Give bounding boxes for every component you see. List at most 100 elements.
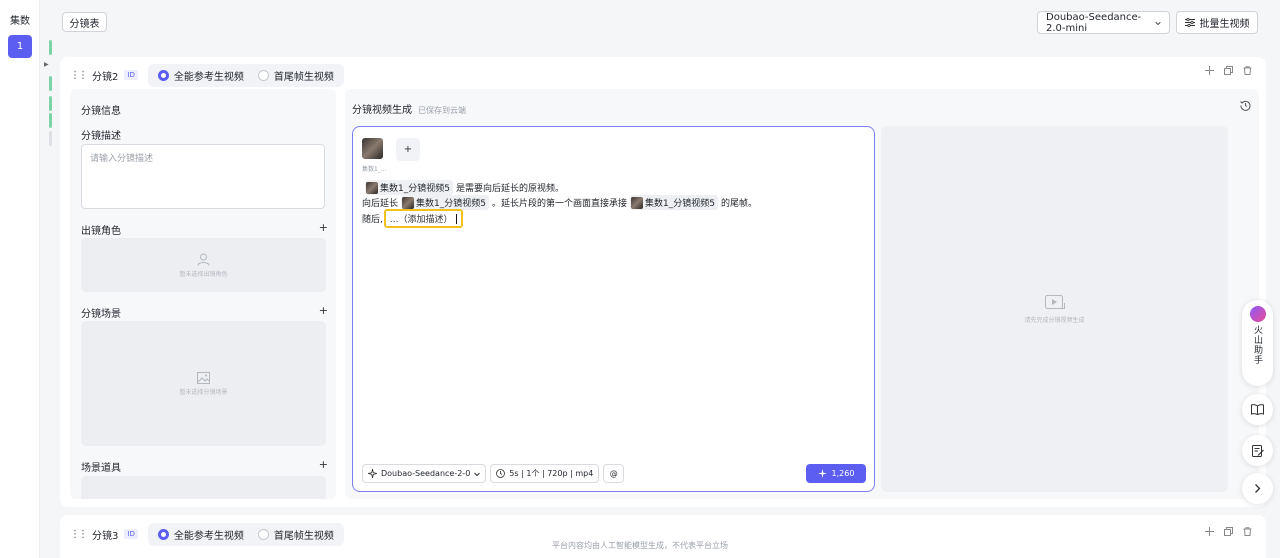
- chip-label: 集数1_分镜视频5: [644, 199, 715, 209]
- add-description-placeholder[interactable]: ...（添加描述）: [383, 209, 464, 228]
- prompt-text: 向后延长: [362, 199, 399, 209]
- episode-rail: 集数 1: [0, 0, 40, 558]
- list-settings-icon: [1184, 18, 1195, 27]
- plus-icon[interactable]: [1205, 527, 1214, 536]
- timeline-marker[interactable]: [49, 96, 52, 111]
- reference-caption: 集数1_...: [362, 166, 387, 173]
- expand-button[interactable]: [1242, 473, 1273, 504]
- generate-button[interactable]: 1,260: [806, 464, 866, 483]
- scene-empty-box[interactable]: 暂未选择分镜场景: [81, 321, 326, 446]
- trash-icon[interactable]: [1243, 527, 1252, 536]
- add-reference-button[interactable]: +: [396, 138, 420, 161]
- generate-cost: 1,260: [831, 469, 855, 478]
- add-prop-icon[interactable]: +: [319, 458, 328, 471]
- chevron-right-icon: [1255, 484, 1261, 493]
- prompt-text: 。延长片段的第一个画面直接承接: [491, 199, 627, 209]
- timeline-marker[interactable]: [49, 40, 52, 55]
- image-icon: [197, 371, 210, 384]
- shot-description-input[interactable]: 请输入分镜描述: [81, 144, 325, 209]
- generation-header: 分镜视频生成 已保存到云端: [352, 101, 466, 116]
- roles-empty-box[interactable]: 暂未选择出镜角色: [81, 238, 326, 292]
- shot-actions: [1205, 66, 1252, 75]
- scene-empty-text: 暂未选择分镜场景: [179, 388, 228, 396]
- video-generation-panel: 分镜视频生成 已保存到云端 + 集数1_... 集数1_分镜视频5 是需要向后延…: [345, 89, 1259, 499]
- prompt-text: 随后,: [362, 215, 383, 225]
- book-icon: [1251, 404, 1264, 415]
- history-icon[interactable]: [1240, 100, 1251, 111]
- drag-handle-icon[interactable]: ⋮⋮: [70, 70, 88, 81]
- roles-label: 出镜角色: [81, 226, 121, 237]
- trash-icon[interactable]: [1243, 66, 1252, 75]
- props-label: 场景道具: [81, 463, 121, 474]
- shot-card: ⋮⋮ 分镜2 ID 全能参考生视频 首尾帧生视频 分镜信息 分镜描述 请输入分镜…: [60, 57, 1266, 507]
- prompt-text: 是需要向后延长的原视频。: [455, 184, 564, 194]
- prompt-line-3: 随后, ...（添加描述）: [362, 209, 464, 228]
- mode-label: 全能参考生视频: [173, 71, 244, 83]
- mode-label: 首尾帧生视频: [273, 71, 334, 83]
- prompt-text: 的尾帧。: [720, 199, 757, 209]
- next-shot-actions: [1205, 527, 1252, 536]
- at-icon: @: [609, 469, 618, 478]
- batch-generate-button[interactable]: 批量生视频: [1176, 11, 1258, 34]
- model-select[interactable]: Doubao-Seedance-2.0-mini: [1037, 11, 1170, 34]
- note-edit-icon: [1251, 444, 1264, 457]
- assistant-label: 火山助手: [1252, 325, 1262, 365]
- mode-radio-first-last-frame[interactable]: 首尾帧生视频: [257, 68, 334, 83]
- drag-handle-icon[interactable]: ⋮⋮: [70, 529, 88, 540]
- reference-chip[interactable]: 集数1_分镜视频5: [629, 195, 718, 210]
- add-scene-icon[interactable]: +: [319, 304, 328, 317]
- notes-button[interactable]: [1242, 435, 1273, 466]
- next-shot-card: ⋮⋮ 分镜3 ID 全能参考生视频 首尾帧生视频: [60, 515, 1266, 558]
- props-empty-box[interactable]: [81, 476, 326, 499]
- timeline-marker[interactable]: [49, 113, 52, 128]
- mode-radio-full-reference[interactable]: 全能参考生视频: [157, 68, 244, 83]
- plus-icon[interactable]: [1205, 66, 1214, 75]
- generation-title: 分镜视频生成: [352, 105, 412, 116]
- chip-label: 集数1_分镜视频5: [380, 184, 450, 194]
- video-thumb-icon: [630, 196, 643, 209]
- person-icon: [197, 253, 210, 266]
- shot-card-header: ⋮⋮ 分镜2 ID 全能参考生视频 首尾帧生视频: [70, 63, 344, 87]
- model-pill[interactable]: Doubao-Seedance-2-0: [362, 464, 487, 483]
- chevron-down-icon: [474, 472, 481, 476]
- reference-chip[interactable]: 集数1_分镜视频5: [365, 180, 453, 195]
- video-preview-empty: 请先完成分镜视频生成: [881, 126, 1228, 492]
- chevron-down-icon: [1155, 21, 1161, 25]
- storyboard-table-button[interactable]: 分镜表: [62, 12, 107, 32]
- reference-chip[interactable]: 集数1_分镜视频5: [401, 195, 489, 210]
- prompt-line-1: 集数1_分镜视频5 是需要向后延长的原视频。: [362, 180, 564, 195]
- storyboard-table-label: 分镜表: [69, 18, 100, 30]
- caret-right-icon[interactable]: ▶: [44, 61, 49, 68]
- scene-label: 分镜场景: [81, 309, 121, 320]
- placeholder-text: ...（添加描述）: [389, 215, 453, 225]
- video-play-icon: [1044, 294, 1065, 309]
- video-thumb-icon: [402, 196, 415, 209]
- timeline-marker[interactable]: [49, 131, 52, 146]
- guide-button[interactable]: [1242, 394, 1273, 425]
- saved-status: 已保存到云端: [418, 106, 466, 115]
- timeline-marker[interactable]: [49, 76, 52, 91]
- shot-info-panel: 分镜信息 分镜描述 请输入分镜描述 出镜角色 + 暂未选择出镜角色 分镜场景 +…: [70, 89, 336, 499]
- add-role-icon[interactable]: +: [319, 221, 328, 234]
- shot-title: 分镜2: [92, 71, 119, 83]
- assistant-button[interactable]: 火山助手: [1242, 300, 1273, 386]
- next-shot-id-badge[interactable]: ID: [124, 529, 138, 539]
- model-pill-label: Doubao-Seedance-2-0: [381, 469, 471, 478]
- episode-item-1[interactable]: 1: [8, 35, 32, 58]
- radio-checked-icon: [157, 528, 169, 540]
- clock-icon: [496, 469, 506, 478]
- video-thumb-icon: [366, 181, 378, 194]
- prompt-toolbar: Doubao-Seedance-2-0 5s | 1个 | 720p | mp4…: [362, 464, 625, 483]
- episode-rail-title: 集数: [10, 16, 30, 27]
- sparkle-icon: [368, 469, 377, 478]
- copy-icon[interactable]: [1224, 66, 1233, 75]
- prompt-editor[interactable]: + 集数1_... 集数1_分镜视频5 是需要向后延长的原视频。 向后延长 集数…: [352, 126, 875, 492]
- reference-video-thumbnail[interactable]: [362, 138, 383, 159]
- assistant-logo-icon: [1249, 306, 1266, 322]
- footer-disclaimer: 平台内容均由人工智能模型生成，不代表平台立场: [552, 541, 728, 550]
- copy-icon[interactable]: [1224, 527, 1233, 536]
- shot-timeline-strip: ▶: [40, 0, 60, 558]
- mention-button[interactable]: @: [603, 464, 625, 483]
- shot-id-badge[interactable]: ID: [124, 70, 138, 80]
- params-pill[interactable]: 5s | 1个 | 720p | mp4: [490, 464, 600, 483]
